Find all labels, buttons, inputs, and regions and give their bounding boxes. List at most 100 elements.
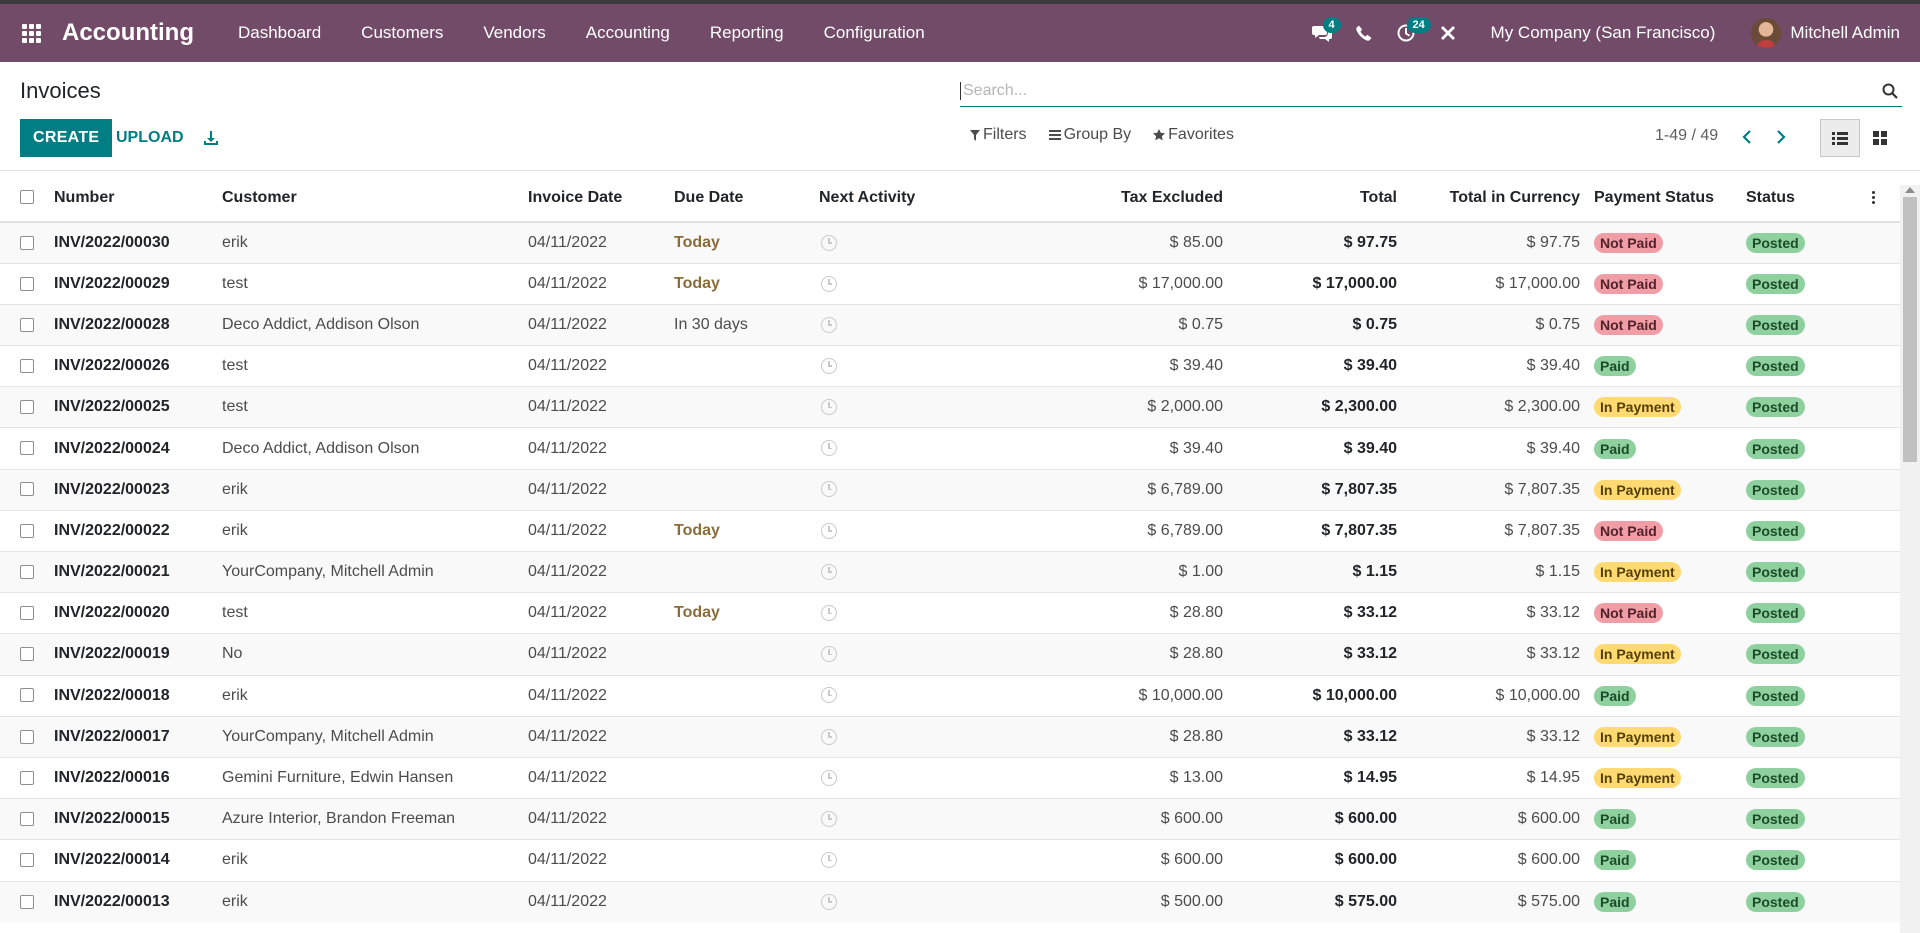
user-menu[interactable]: Mitchell Admin bbox=[1751, 18, 1900, 48]
filters-dropdown[interactable]: Filters bbox=[970, 126, 1027, 144]
activity-clock-icon[interactable] bbox=[821, 728, 837, 745]
row-checkbox[interactable] bbox=[20, 894, 34, 909]
pager-previous-icon[interactable] bbox=[1736, 126, 1758, 148]
kanban-view-icon[interactable] bbox=[1860, 119, 1900, 157]
upload-button[interactable]: UPLOAD bbox=[104, 119, 196, 157]
menu-customers[interactable]: Customers bbox=[341, 4, 463, 62]
scrollbar[interactable] bbox=[1900, 185, 1920, 933]
table-row[interactable]: INV/2022/00019 No 04/11/2022 $ 28.80 $ 33.12… bbox=[0, 633, 1900, 676]
row-checkbox[interactable] bbox=[20, 853, 34, 868]
total-in-currency-amount: $ 14.95 bbox=[1401, 756, 1584, 799]
menu-accounting[interactable]: Accounting bbox=[566, 4, 690, 62]
activity-clock-icon[interactable] bbox=[821, 522, 837, 539]
activity-clock-icon[interactable] bbox=[821, 357, 837, 374]
table-row[interactable]: INV/2022/00018 erik 04/11/2022 $ 10,000.00 $… bbox=[0, 674, 1900, 717]
table-row[interactable]: INV/2022/00029 test 04/11/2022 Today $ 17,00… bbox=[0, 262, 1900, 305]
download-icon[interactable] bbox=[198, 124, 224, 152]
activity-clock-icon[interactable] bbox=[821, 893, 837, 910]
row-checkbox[interactable] bbox=[20, 811, 34, 826]
row-checkbox[interactable] bbox=[20, 400, 34, 415]
column-total-in-currency[interactable]: Total in Currency bbox=[1401, 174, 1584, 223]
list-view-icon[interactable] bbox=[1820, 119, 1860, 157]
table-row[interactable]: INV/2022/00016 Gemini Furniture, Edwin Ha… bbox=[0, 756, 1900, 799]
activity-clock-icon[interactable] bbox=[821, 234, 837, 251]
table-row[interactable]: INV/2022/00013 erik 04/11/2022 $ 500.00 $ 57… bbox=[0, 880, 1900, 923]
messages-icon[interactable]: 4 bbox=[1301, 4, 1343, 62]
activity-clock-icon[interactable] bbox=[821, 646, 837, 663]
activity-clock-icon[interactable] bbox=[821, 810, 837, 827]
scroll-up-arrow-icon[interactable] bbox=[1905, 187, 1915, 193]
row-checkbox[interactable] bbox=[20, 729, 34, 744]
menu-vendors[interactable]: Vendors bbox=[463, 4, 565, 62]
table-row[interactable]: INV/2022/00026 test 04/11/2022 $ 39.40 $ 39.… bbox=[0, 345, 1900, 387]
column-next-activity[interactable]: Next Activity bbox=[815, 174, 1075, 223]
activity-clock-icon[interactable] bbox=[821, 481, 837, 498]
table-row[interactable]: INV/2022/00017 YourCompany, Mitchell Admi… bbox=[0, 715, 1900, 758]
menu-configuration[interactable]: Configuration bbox=[804, 4, 945, 62]
pager-value[interactable]: 1-49 / 49 bbox=[1655, 127, 1718, 145]
activity-clock-icon[interactable] bbox=[821, 275, 837, 292]
menu-dashboard[interactable]: Dashboard bbox=[218, 4, 341, 62]
table-row[interactable]: INV/2022/00014 erik 04/11/2022 $ 600.00 $ 60… bbox=[0, 839, 1900, 881]
debug-tools-icon[interactable] bbox=[1427, 4, 1469, 62]
column-status[interactable]: Status bbox=[1740, 174, 1864, 223]
table-row[interactable]: INV/2022/00030 erik 04/11/2022 Today $ 85.00… bbox=[0, 221, 1900, 264]
activities-clock-icon[interactable]: 24 bbox=[1385, 4, 1431, 62]
apps-menu-icon[interactable] bbox=[0, 4, 62, 62]
column-invoice-date[interactable]: Invoice Date bbox=[524, 174, 670, 223]
group-by-dropdown[interactable]: Group By bbox=[1048, 126, 1131, 144]
activity-clock-icon[interactable] bbox=[821, 852, 837, 869]
search-icon[interactable] bbox=[1878, 79, 1902, 103]
row-checkbox[interactable] bbox=[20, 317, 34, 332]
row-checkbox[interactable] bbox=[20, 647, 34, 662]
row-checkbox[interactable] bbox=[20, 564, 34, 579]
column-due-date[interactable]: Due Date bbox=[670, 174, 815, 223]
table-row[interactable]: INV/2022/00023 erik 04/11/2022 $ 6,789.00 $ … bbox=[0, 468, 1900, 511]
activity-clock-icon[interactable] bbox=[821, 605, 837, 622]
activity-clock-icon[interactable] bbox=[821, 440, 837, 457]
row-checkbox[interactable] bbox=[20, 482, 34, 497]
favorites-dropdown[interactable]: Favorites bbox=[1153, 126, 1234, 144]
table-row[interactable]: INV/2022/00020 test 04/11/2022 Today $ 28.80… bbox=[0, 592, 1900, 634]
table-row[interactable]: INV/2022/00015 Azure Interior, Brandon Fr… bbox=[0, 798, 1900, 840]
row-checkbox[interactable] bbox=[20, 276, 34, 291]
table-row[interactable]: INV/2022/00028 Deco Addict, Addison Olson… bbox=[0, 303, 1900, 346]
company-switcher[interactable]: My Company (San Francisco) bbox=[1491, 23, 1716, 43]
scrollbar-thumb[interactable] bbox=[1903, 197, 1917, 462]
column-total[interactable]: Total bbox=[1235, 174, 1401, 223]
table-row[interactable]: INV/2022/00024 Deco Addict, Addison Olson… bbox=[0, 427, 1900, 470]
activity-clock-icon[interactable] bbox=[821, 316, 837, 333]
activity-clock-icon[interactable] bbox=[821, 563, 837, 580]
optional-columns-toggle[interactable] bbox=[1864, 174, 1900, 223]
column-customer[interactable]: Customer bbox=[218, 174, 524, 223]
select-all-checkbox[interactable] bbox=[20, 190, 34, 205]
menu-reporting[interactable]: Reporting bbox=[690, 4, 804, 62]
table-row[interactable]: INV/2022/00021 YourCompany, Mitchell Admi… bbox=[0, 550, 1900, 593]
phone-icon[interactable] bbox=[1343, 4, 1385, 62]
table-row[interactable]: INV/2022/00025 test 04/11/2022 $ 2,000.00 $ … bbox=[0, 386, 1900, 428]
activity-clock-icon[interactable] bbox=[821, 687, 837, 704]
column-payment-status[interactable]: Payment Status bbox=[1584, 174, 1740, 223]
search-input[interactable] bbox=[961, 81, 1878, 100]
row-checkbox[interactable] bbox=[20, 606, 34, 621]
activity-clock-icon[interactable] bbox=[821, 769, 837, 786]
row-checkbox[interactable] bbox=[20, 441, 34, 456]
app-brand[interactable]: Accounting bbox=[62, 19, 194, 47]
row-checkbox[interactable] bbox=[20, 358, 34, 373]
row-checkbox[interactable] bbox=[20, 770, 34, 785]
activity-clock-icon[interactable] bbox=[821, 399, 837, 416]
table-row[interactable]: INV/2022/00022 erik 04/11/2022 Today $ 6,789… bbox=[0, 509, 1900, 552]
row-checkbox[interactable] bbox=[20, 688, 34, 703]
total-in-currency-amount: $ 600.00 bbox=[1401, 798, 1584, 840]
customer-name: test bbox=[218, 386, 524, 428]
column-tax-excluded[interactable]: Tax Excluded bbox=[1075, 174, 1235, 223]
create-button[interactable]: CREATE bbox=[20, 119, 113, 157]
row-checkbox[interactable] bbox=[20, 235, 34, 250]
total-in-currency-amount: $ 39.40 bbox=[1401, 345, 1584, 387]
invoice-number: INV/2022/00022 bbox=[50, 509, 218, 552]
status-cell: Posted bbox=[1740, 592, 1864, 634]
column-number[interactable]: Number bbox=[50, 174, 218, 223]
row-checkbox[interactable] bbox=[20, 523, 34, 538]
pager-next-icon[interactable] bbox=[1770, 126, 1792, 148]
row-spacer bbox=[1864, 262, 1900, 305]
